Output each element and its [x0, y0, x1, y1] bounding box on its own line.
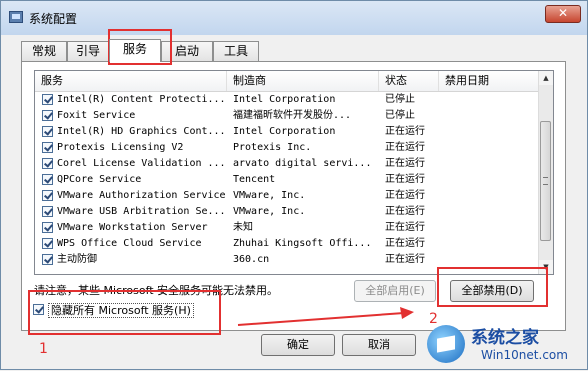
service-row[interactable]: Corel License Validation ... arvato digit…: [35, 156, 541, 172]
watermark-title: 系统之家: [471, 328, 539, 348]
service-row[interactable]: Foxit Service 福建福昕软件开发股份... 已停止: [35, 108, 541, 124]
close-button[interactable]: ✕: [545, 5, 581, 23]
service-status: 正在运行: [385, 254, 425, 265]
service-name: Protexis Licensing V2: [57, 142, 184, 153]
service-manufacturer: Zhuhai Kingsoft Offi...: [233, 238, 372, 249]
service-name: VMware Authorization Service: [57, 190, 226, 201]
service-status: 正在运行: [385, 158, 425, 169]
tab-boot[interactable]: 引导: [67, 41, 109, 61]
services-list: 服务 制造商 状态 禁用日期 Intel(R) Content Protecti…: [34, 70, 554, 275]
tab-services[interactable]: 服务: [109, 39, 161, 62]
service-row[interactable]: Protexis Licensing V2 Protexis Inc. 正在运行: [35, 140, 541, 156]
cancel-button[interactable]: 取消: [342, 334, 416, 356]
service-name: 主动防御: [57, 254, 97, 265]
service-manufacturer: VMware, Inc.: [233, 190, 306, 201]
service-status: 已停止: [385, 94, 415, 105]
ok-button[interactable]: 确定: [261, 334, 335, 356]
column-header-manufacturer[interactable]: 制造商: [227, 71, 379, 91]
service-checkbox[interactable]: [42, 142, 53, 153]
service-checkbox[interactable]: [42, 206, 53, 217]
service-row[interactable]: Intel(R) HD Graphics Cont... Intel Corpor…: [35, 124, 541, 140]
service-status: 正在运行: [385, 190, 425, 201]
service-checkbox[interactable]: [42, 174, 53, 185]
service-checkbox[interactable]: [42, 238, 53, 249]
column-header-service[interactable]: 服务: [35, 71, 227, 91]
service-row[interactable]: WPS Office Cloud Service Zhuhai Kingsoft …: [35, 236, 541, 252]
column-header-status[interactable]: 状态: [379, 71, 439, 91]
service-row[interactable]: QPCore Service Tencent 正在运行: [35, 172, 541, 188]
service-status: 正在运行: [385, 174, 425, 185]
title-bar[interactable]: 系统配置 ✕: [1, 1, 587, 35]
window-title: 系统配置: [29, 12, 78, 26]
system-config-window: 系统配置 ✕ 常规 引导 服务 启动 工具 服务 制造商 状态 禁用日期 Int…: [0, 0, 588, 370]
service-status: 正在运行: [385, 126, 425, 137]
highlight-hide-ms: [28, 290, 221, 335]
service-row[interactable]: VMware Workstation Server 未知 正在运行: [35, 220, 541, 236]
service-manufacturer: 福建福昕软件开发股份...: [233, 110, 352, 121]
service-checkbox[interactable]: [42, 94, 53, 105]
service-checkbox[interactable]: [42, 190, 53, 201]
service-manufacturer: Intel Corporation: [233, 94, 336, 105]
service-status: 正在运行: [385, 238, 425, 249]
tab-tools[interactable]: 工具: [213, 41, 259, 61]
service-manufacturer: VMware, Inc.: [233, 206, 306, 217]
list-header: 服务 制造商 状态 禁用日期: [35, 71, 541, 92]
service-name: Foxit Service: [57, 110, 136, 121]
service-name: VMware USB Arbitration Se...: [57, 206, 226, 217]
enable-all-button[interactable]: 全部启用(E): [354, 280, 436, 302]
service-checkbox[interactable]: [42, 126, 53, 137]
service-name: QPCore Service: [57, 174, 142, 185]
watermark: 系统之家 Win10net.com: [421, 321, 588, 371]
list-scrollbar[interactable]: ▲ ▼: [538, 71, 553, 274]
service-name: Intel(R) HD Graphics Cont...: [57, 126, 226, 137]
system-config-icon: [9, 11, 23, 23]
service-name: Intel(R) Content Protecti...: [57, 94, 226, 105]
annotation-step-1: 1: [39, 341, 48, 357]
service-row[interactable]: 主动防御 360.cn 正在运行: [35, 252, 541, 268]
service-status: 已停止: [385, 110, 415, 121]
service-row[interactable]: Intel(R) Content Protecti... Intel Corpor…: [35, 92, 541, 108]
service-status: 正在运行: [385, 142, 425, 153]
watermark-url: Win10net.com: [481, 348, 568, 362]
service-checkbox[interactable]: [42, 110, 53, 121]
column-header-disabled-date[interactable]: 禁用日期: [439, 71, 541, 91]
service-name: Corel License Validation ...: [57, 158, 226, 169]
grip-icon: [543, 177, 548, 185]
service-checkbox[interactable]: [42, 222, 53, 233]
service-checkbox[interactable]: [42, 158, 53, 169]
service-manufacturer: 未知: [233, 222, 253, 233]
service-row[interactable]: VMware Authorization Service VMware, Inc.…: [35, 188, 541, 204]
service-manufacturer: Protexis Inc.: [233, 142, 312, 153]
service-status: 正在运行: [385, 222, 425, 233]
service-status: 正在运行: [385, 206, 425, 217]
watermark-logo-icon: [427, 325, 465, 363]
service-rows: Intel(R) Content Protecti... Intel Corpor…: [35, 92, 541, 268]
service-row[interactable]: VMware USB Arbitration Se... VMware, Inc.…: [35, 204, 541, 220]
service-manufacturer: Tencent: [233, 174, 276, 185]
service-name: VMware Workstation Server: [57, 222, 208, 233]
scroll-thumb[interactable]: [540, 121, 551, 241]
tab-general[interactable]: 常规: [21, 41, 67, 61]
service-name: WPS Office Cloud Service: [57, 238, 202, 249]
service-manufacturer: 360.cn: [233, 254, 270, 265]
service-manufacturer: arvato digital servi...: [233, 158, 372, 169]
service-manufacturer: Intel Corporation: [233, 126, 336, 137]
scroll-up-arrow-icon[interactable]: ▲: [539, 71, 553, 85]
highlight-disable-all: [437, 267, 548, 307]
service-checkbox[interactable]: [42, 254, 53, 265]
red-arrow-icon: [237, 307, 414, 326]
